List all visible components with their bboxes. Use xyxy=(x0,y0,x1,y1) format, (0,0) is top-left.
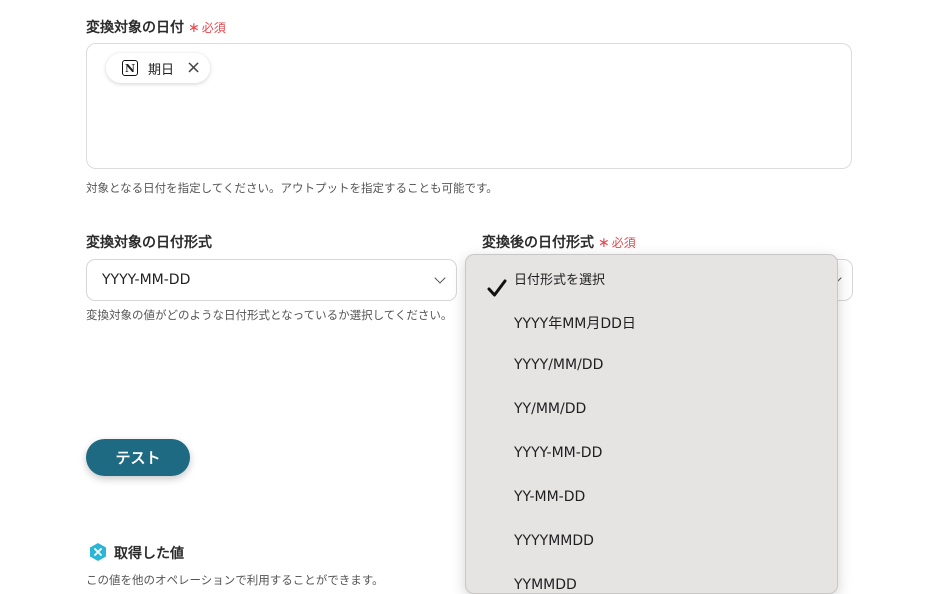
check-icon xyxy=(487,279,507,297)
dropdown-option[interactable]: YY/MM/DD xyxy=(514,401,586,417)
dropdown-option[interactable]: YYYY-MM-DD xyxy=(514,445,602,461)
date-field-label: 変換対象の日付 ∗ 必須 xyxy=(86,17,226,37)
dropdown-option[interactable]: YYYY/MM/DD xyxy=(514,357,603,373)
date-chip[interactable]: N 期日 × xyxy=(106,53,210,83)
source-format-value: YYYY-MM-DD xyxy=(102,272,191,288)
required-marker: ∗ 必須 xyxy=(598,235,636,251)
result-badge-icon xyxy=(90,543,106,561)
result-title: 取得した値 xyxy=(114,546,184,562)
source-format-select[interactable]: YYYY-MM-DD xyxy=(86,259,457,301)
dropdown-option[interactable]: YYMMDD xyxy=(514,577,577,593)
required-asterisk: ∗ xyxy=(188,20,200,36)
target-format-label: 変換後の日付形式 ∗ 必須 xyxy=(482,232,636,252)
close-icon[interactable]: × xyxy=(186,59,201,77)
source-format-help: 変換対象の値がどのような日付形式となっているか選択してください。 xyxy=(86,308,453,322)
required-asterisk: ∗ xyxy=(598,235,610,251)
notion-icon: N xyxy=(122,60,138,76)
dropdown-option[interactable]: YY-MM-DD xyxy=(514,489,585,505)
date-format-dropdown[interactable]: 日付形式を選択 YYYY年MM月DD日 YYYY/MM/DD YY/MM/DD … xyxy=(465,254,838,594)
required-text: 必須 xyxy=(611,236,636,250)
dropdown-option[interactable]: 日付形式を選択 xyxy=(514,269,605,288)
result-help: この値を他のオペレーションで利用することができます。 xyxy=(86,573,384,587)
dropdown-option[interactable]: YYYYMMDD xyxy=(514,533,594,549)
dropdown-option[interactable]: YYYY年MM月DD日 xyxy=(514,313,636,333)
chevron-down-icon xyxy=(434,272,446,284)
date-field-label-text: 変換対象の日付 xyxy=(86,20,184,36)
required-text: 必須 xyxy=(201,21,226,35)
required-marker: ∗ 必須 xyxy=(188,20,226,36)
source-format-label: 変換対象の日付形式 xyxy=(86,235,212,251)
test-button[interactable]: テスト xyxy=(86,439,190,476)
date-field-help: 対象となる日付を指定してください。アウトプットを指定することも可能です。 xyxy=(86,181,498,195)
target-format-label-text: 変換後の日付形式 xyxy=(482,235,594,251)
chip-label: 期日 xyxy=(148,62,175,78)
